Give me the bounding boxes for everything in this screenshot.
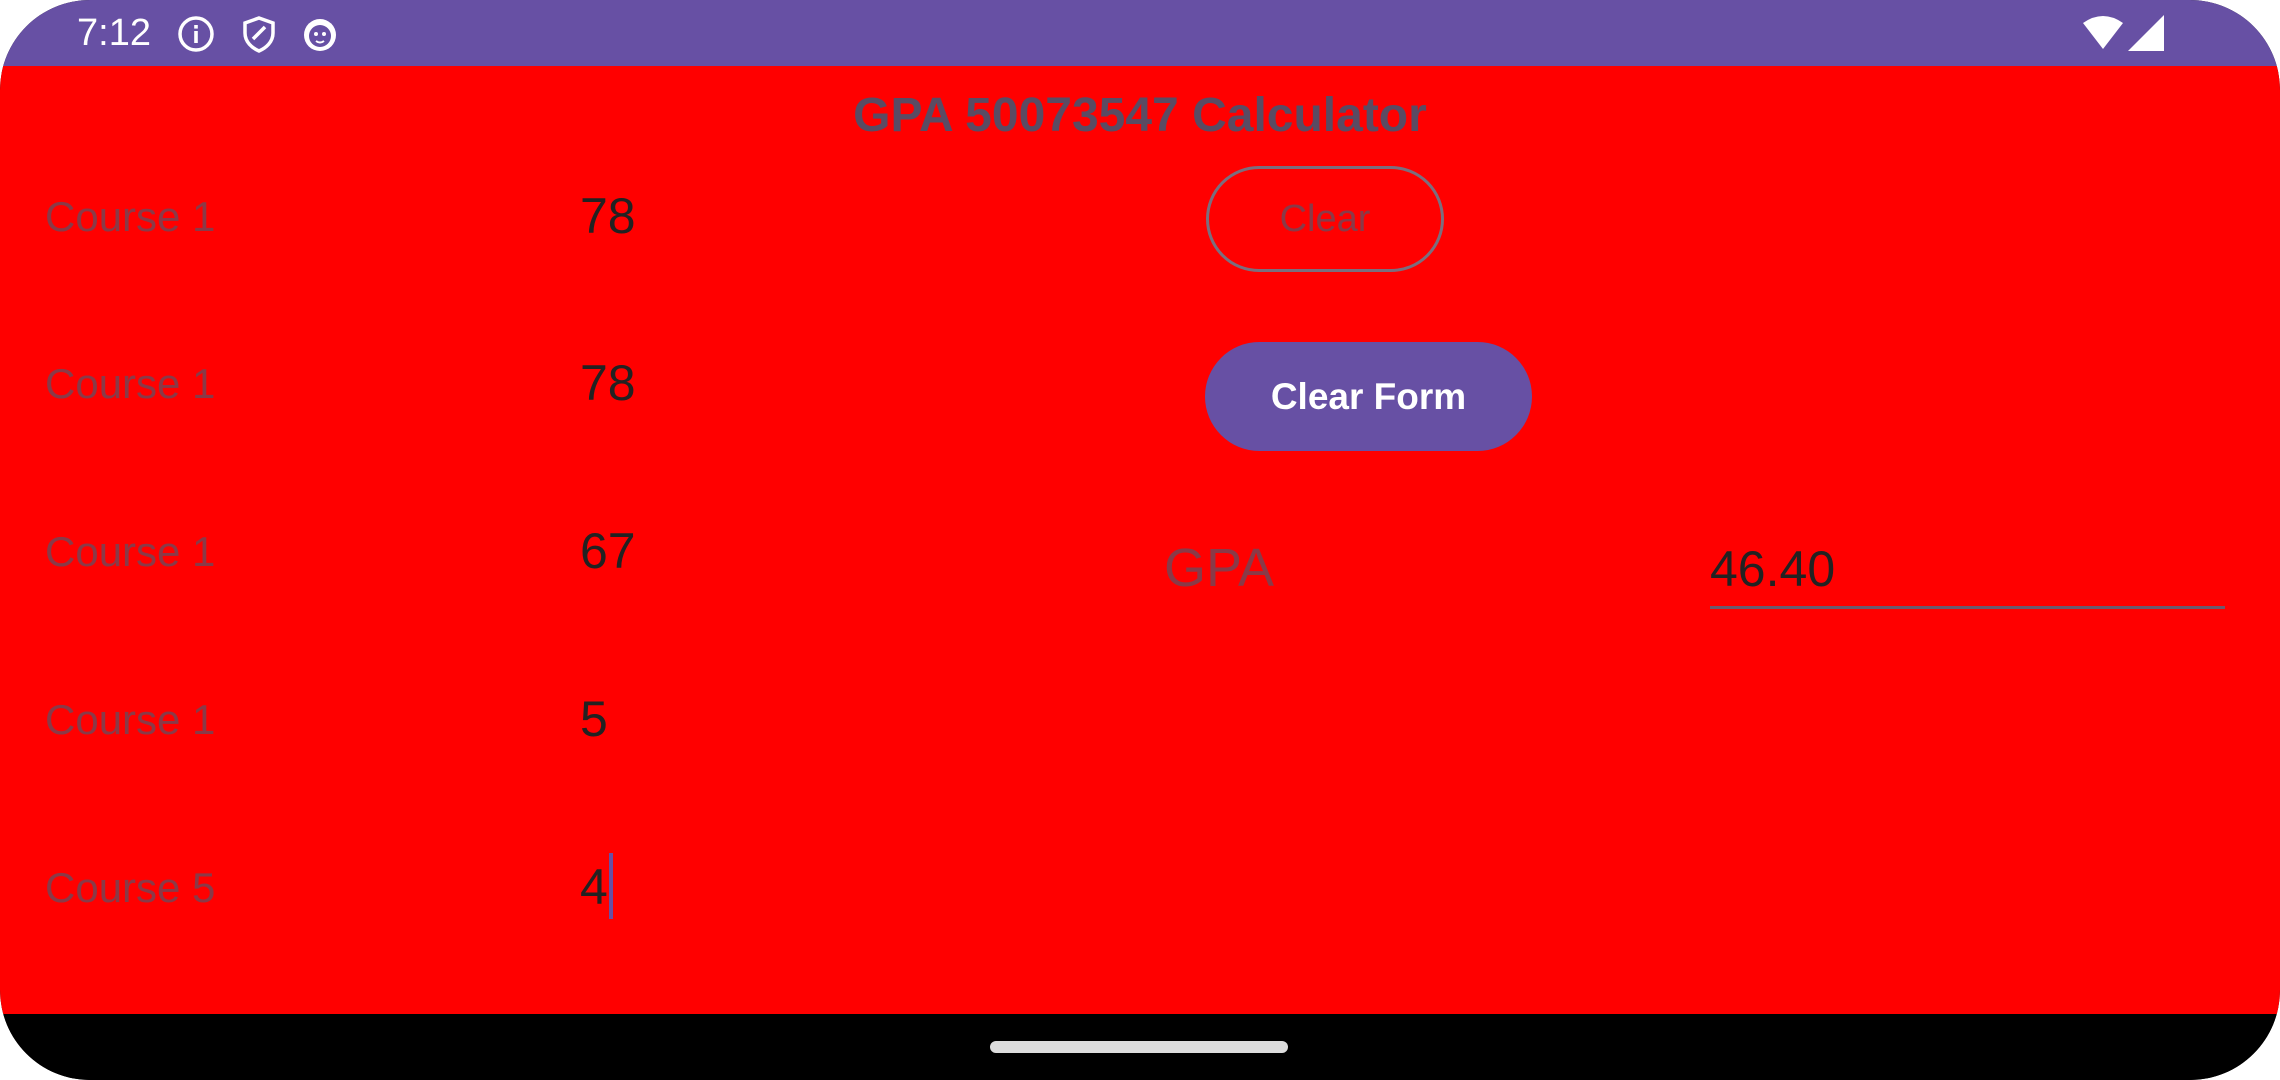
page-title: GPA 50073547 Calculator bbox=[853, 89, 1427, 142]
course-3-grade-input[interactable]: 67 bbox=[580, 521, 636, 581]
wifi-icon bbox=[2083, 16, 2123, 49]
course-3-label: Course 1 bbox=[45, 528, 216, 575]
gpa-result-field[interactable]: 46.40 bbox=[1710, 536, 2225, 609]
gpa-calculator-screen: GPA 50073547 Calculator Course 1 78 Cour… bbox=[0, 66, 2280, 1014]
home-gesture-handle[interactable] bbox=[990, 1041, 1288, 1053]
status-bar: 7:12 bbox=[0, 0, 2280, 66]
course-1-grade-input[interactable]: 78 bbox=[580, 186, 636, 246]
course-4-label: Course 1 bbox=[45, 696, 216, 743]
info-icon bbox=[178, 16, 214, 52]
device-screen: 7:12 GPA 50073547 Calculator Course 1 78 bbox=[0, 0, 2280, 1080]
cat-face-icon bbox=[304, 19, 336, 51]
course-4-grade-input[interactable]: 5 bbox=[580, 689, 608, 749]
course-1-label: Course 1 bbox=[45, 193, 216, 240]
course-5-grade-input[interactable]: 4 bbox=[580, 857, 608, 917]
course-5-label: Course 5 bbox=[45, 864, 216, 911]
gpa-value: 46.40 bbox=[1710, 541, 1836, 597]
status-time: 7:12 bbox=[77, 12, 151, 54]
navigation-bar bbox=[0, 1014, 2280, 1080]
cellular-signal-icon bbox=[2128, 15, 2164, 51]
gpa-label: GPA bbox=[1164, 538, 1275, 598]
text-cursor bbox=[609, 853, 613, 919]
clear-form-button[interactable]: Clear Form bbox=[1205, 342, 1532, 451]
clear-button[interactable]: Clear bbox=[1206, 166, 1444, 272]
course-2-label: Course 1 bbox=[45, 360, 216, 407]
shield-icon bbox=[243, 16, 275, 53]
course-2-grade-input[interactable]: 78 bbox=[580, 353, 636, 413]
